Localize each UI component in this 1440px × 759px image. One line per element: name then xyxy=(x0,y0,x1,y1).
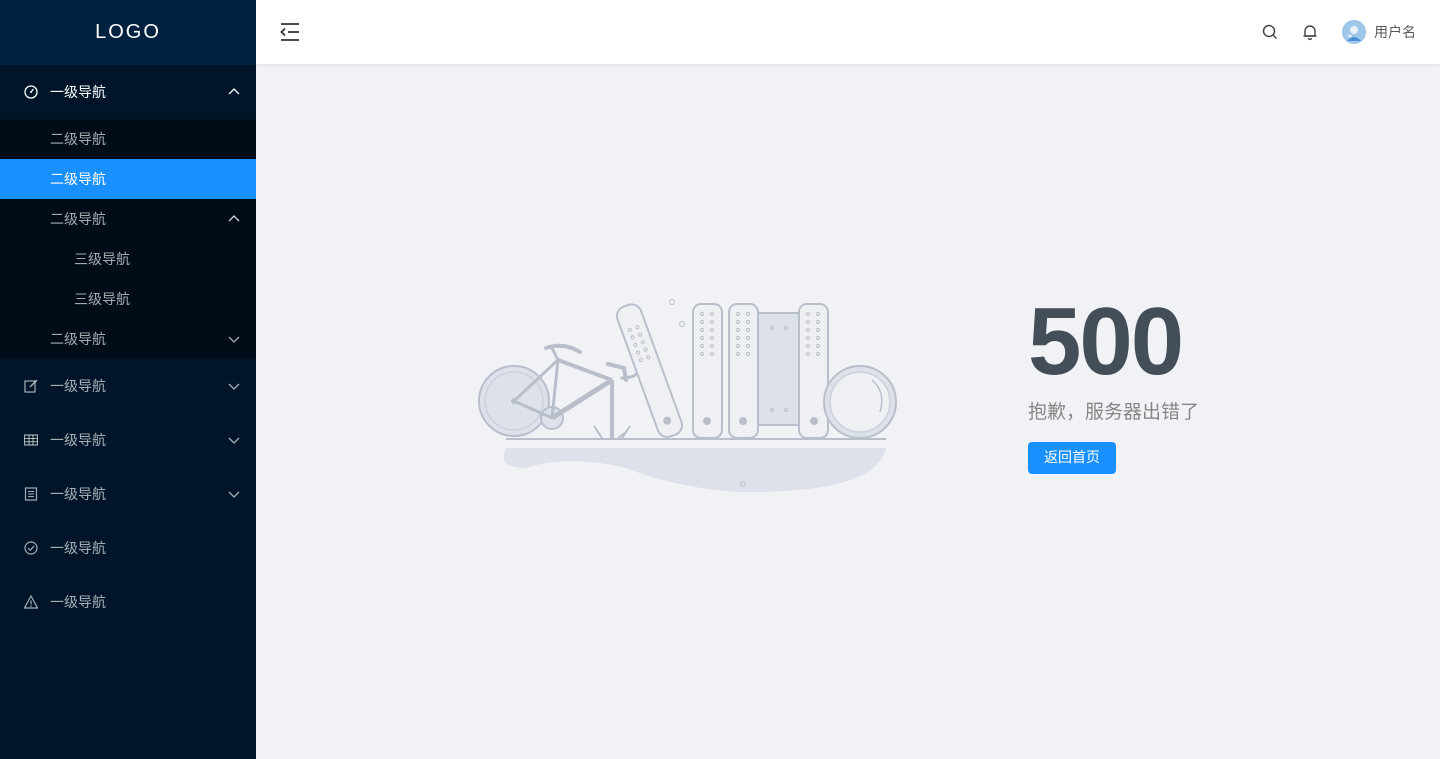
sub-nav-label: 二级导航 xyxy=(50,332,106,348)
sub-nav-item-4[interactable]: 二级导航 xyxy=(0,319,256,359)
sidebar: LOGO 一级导航 二级导航 二级导航 二级导航 三级导航 三级导航 二级导航 xyxy=(0,0,256,759)
chevron-down-icon xyxy=(228,434,240,446)
header: 用户名 xyxy=(256,0,1440,64)
warning-icon xyxy=(24,595,38,609)
nav-group-2[interactable]: 一级导航 xyxy=(0,359,256,413)
nav-group-3[interactable]: 一级导航 xyxy=(0,413,256,467)
error-illustration xyxy=(478,299,897,493)
sub-nav-label: 二级导航 xyxy=(50,172,106,188)
user-menu[interactable]: 用户名 xyxy=(1342,20,1416,44)
chevron-up-icon xyxy=(228,86,240,98)
nav-group-4-label: 一级导航 xyxy=(50,487,106,503)
chevron-down-icon xyxy=(228,333,240,345)
chevron-up-icon xyxy=(228,213,240,225)
third-nav-label: 三级导航 xyxy=(74,252,130,268)
nav-group-1-label: 一级导航 xyxy=(50,85,106,101)
third-nav-label: 三级导航 xyxy=(74,292,130,308)
table-icon xyxy=(24,433,38,447)
profile-icon xyxy=(24,487,38,501)
submenu: 二级导航 二级导航 二级导航 三级导航 三级导航 二级导航 xyxy=(0,119,256,359)
search-icon[interactable] xyxy=(1260,22,1280,42)
back-home-button[interactable]: 返回首页 xyxy=(1028,442,1116,474)
nav-group-3-label: 一级导航 xyxy=(50,433,106,449)
nav-group-5[interactable]: 一级导航 xyxy=(0,521,256,575)
nav-group-6-label: 一级导航 xyxy=(50,595,106,611)
edit-icon xyxy=(24,379,38,393)
check-circle-icon xyxy=(24,541,38,555)
sub-nav-item-3[interactable]: 二级导航 xyxy=(0,199,256,239)
nav-group-6[interactable]: 一级导航 xyxy=(0,575,256,629)
chevron-down-icon xyxy=(228,380,240,392)
sub-nav-item-1[interactable]: 二级导航 xyxy=(0,119,256,159)
sub-nav-item-2[interactable]: 二级导航 xyxy=(0,159,256,199)
sub-nav-label: 二级导航 xyxy=(50,132,106,148)
bell-icon[interactable] xyxy=(1300,22,1320,42)
nav-group-2-label: 一级导航 xyxy=(50,379,106,395)
error-panel: 500 抱歉，服务器出错了 返回首页 xyxy=(1028,292,1199,474)
nav-group-4[interactable]: 一级导航 xyxy=(0,467,256,521)
nav-group-5-label: 一级导航 xyxy=(50,541,106,557)
menu-fold-icon[interactable] xyxy=(278,20,302,44)
third-nav-item-1[interactable]: 三级导航 xyxy=(0,239,256,279)
avatar xyxy=(1342,20,1366,44)
error-description: 抱歉，服务器出错了 xyxy=(1028,401,1200,423)
dashboard-icon xyxy=(24,85,38,99)
nav-group-1[interactable]: 一级导航 xyxy=(0,65,256,119)
logo: LOGO xyxy=(0,0,256,65)
content-area: 500 抱歉，服务器出错了 返回首页 xyxy=(256,64,1440,759)
error-code: 500 xyxy=(1028,288,1184,395)
third-nav-item-2[interactable]: 三级导航 xyxy=(0,279,256,319)
chevron-down-icon xyxy=(228,488,240,500)
username: 用户名 xyxy=(1374,25,1416,41)
sub-nav-label: 二级导航 xyxy=(50,212,106,228)
